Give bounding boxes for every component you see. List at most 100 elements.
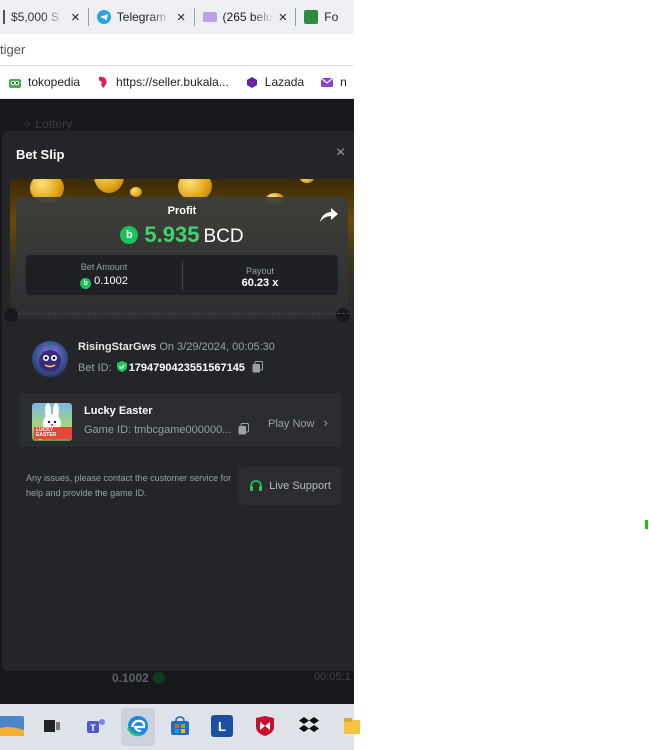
bcd-coin-icon: b — [120, 226, 139, 244]
mail-icon — [320, 77, 334, 87]
telegram-icon — [96, 10, 111, 24]
bookmark-label: https://seller.bukala... — [116, 75, 229, 89]
tab-separator — [193, 8, 195, 26]
payout-value: 60.23 x — [241, 277, 279, 289]
game-card[interactable]: LUCKY EASTER Lucky Easter Game ID: tmbcg… — [20, 393, 342, 447]
thumbnail-label: LUCKY EASTER — [34, 427, 72, 439]
taskbar-edge[interactable] — [124, 712, 152, 740]
dropbox-icon — [299, 717, 319, 732]
tab-title: Telegram — [116, 10, 167, 24]
bet-slip-modal: Bet Slip × Profit b 5.935 BCD Bet Amount b… — [2, 131, 354, 671]
avatar[interactable] — [32, 341, 68, 377]
taskbar-landscape-app[interactable] — [0, 712, 24, 740]
share-icon[interactable] — [318, 206, 340, 224]
live-support-button[interactable]: Live Support — [238, 467, 342, 505]
tab-close-icon[interactable]: × — [177, 9, 186, 26]
modal-title: Bet Slip — [16, 147, 65, 162]
bet-timestamp: On 3/29/2024, 00:05:30 — [159, 341, 275, 353]
bet-id-label: Bet ID: — [78, 362, 112, 374]
taskbar-task-view[interactable] — [38, 712, 66, 740]
payout-label: Payout — [245, 266, 275, 276]
taskbar-mcafee[interactable] — [251, 712, 279, 740]
bet-amount-label: Bet Amount — [80, 262, 128, 272]
bookmark-label: Lazada — [264, 75, 305, 89]
bc-tab-icon — [304, 10, 319, 24]
profit-label: Profit — [167, 205, 197, 217]
svg-text:T: T — [90, 723, 96, 733]
support-note: Any issues, please contact the customer … — [26, 473, 232, 498]
bookmarks-bar: tokopedia https://seller.bukala... Lazad… — [0, 66, 354, 99]
bet-amount-value: b 0.1002 — [26, 275, 182, 289]
profit-amount: 5.935 — [144, 222, 200, 247]
bookmark-bukalapak[interactable]: https://seller.bukala... — [96, 75, 229, 89]
ticket-notch-left — [4, 308, 18, 322]
background-amount: 0.1002 — [112, 671, 165, 685]
taskbar-l-app[interactable]: L — [208, 712, 236, 740]
avatar-character-icon — [39, 345, 61, 372]
store-icon — [171, 716, 189, 735]
taskbar-store[interactable] — [166, 712, 194, 740]
bookmark-label: tokopedia — [28, 75, 81, 89]
copy-icon[interactable] — [238, 423, 250, 435]
game-thumbnail: LUCKY EASTER — [32, 403, 72, 441]
bookmark-tokopedia[interactable]: tokopedia — [8, 75, 80, 89]
tab-separator — [295, 8, 297, 26]
bet-stats: Bet Amount b 0.1002 Payout 60.23 x — [26, 255, 338, 295]
folder-icon — [344, 718, 360, 734]
chevron-right-icon: › — [323, 415, 328, 430]
player-row: RisingStarGws On 3/29/2024, 00:05:30 Bet… — [32, 339, 342, 379]
bet-amount-stat: Bet Amount b 0.1002 — [26, 255, 182, 295]
background-time: 00:05:1 — [314, 671, 351, 683]
lazada-icon — [246, 77, 257, 88]
svg-text:L: L — [218, 719, 226, 734]
taskbar-teams[interactable]: T — [82, 712, 110, 740]
l-app-icon: L — [211, 715, 233, 737]
headset-icon — [250, 480, 263, 491]
player-name[interactable]: RisingStarGws — [78, 341, 156, 353]
tab-dollar[interactable]: $5,000 S × — [0, 0, 85, 34]
browser-tab-bar: $5,000 S × Telegram × (265 belu × Fo — [0, 0, 354, 34]
tab-divider-icon — [3, 10, 5, 24]
tab-title: $5,000 S — [11, 10, 60, 24]
windows-taskbar: T L — [0, 704, 360, 750]
payout-stat: Payout 60.23 x — [182, 255, 338, 295]
tab-title: (265 belu — [222, 10, 273, 24]
bet-id-line: Bet ID: 179479042355156714​5 — [78, 361, 263, 374]
bookmark-label: n — [340, 75, 347, 89]
tab-bc[interactable]: Fo — [299, 0, 343, 34]
tab-telegram[interactable]: Telegram × — [92, 0, 191, 34]
tab-close-icon[interactable]: × — [279, 9, 288, 26]
bookmark-lazada[interactable]: Lazada — [245, 75, 304, 89]
taskbar-dropbox[interactable] — [295, 712, 323, 740]
close-icon[interactable]: × — [336, 144, 345, 162]
tab-close-icon[interactable]: × — [71, 9, 80, 26]
play-now-button[interactable]: Play Now › — [268, 415, 328, 430]
verified-shield-icon — [116, 361, 127, 372]
player-name-line: RisingStarGws On 3/29/2024, 00:05:30 — [78, 341, 275, 353]
background-lottery-label: ✧ Lottery — [22, 117, 73, 131]
ticket-notch-right — [336, 308, 350, 322]
tab-mail[interactable]: (265 belu × — [198, 0, 293, 34]
gold-coin-decoration — [300, 179, 314, 183]
profit-currency: BCD — [203, 226, 244, 247]
gold-coin-decoration — [94, 179, 124, 193]
address-bar[interactable]: tiger — [0, 34, 354, 66]
page-content: ✧ Lottery 0.1002 00:05:1 Bet Slip × Prof… — [0, 99, 354, 704]
bookmark-mail[interactable]: n — [320, 75, 347, 89]
teams-icon: T — [87, 719, 105, 733]
gold-coin-decoration — [130, 187, 142, 197]
play-now-label: Play Now — [268, 418, 315, 430]
coin-icon — [152, 672, 165, 684]
bcd-coin-icon: b — [80, 278, 92, 289]
green-indicator — [645, 520, 648, 529]
live-support-label: Live Support — [269, 480, 331, 492]
bukalapak-icon — [98, 76, 107, 88]
tab-separator — [87, 8, 89, 26]
copy-icon[interactable] — [252, 361, 263, 373]
bet-id-value: 179479042355156714​5 — [128, 362, 245, 374]
landscape-icon — [0, 716, 24, 736]
game-id-line: Game ID: tmbcgame000000... — [84, 423, 250, 436]
game-name: Lucky Easter — [84, 405, 153, 417]
task-view-icon — [44, 720, 60, 732]
taskbar-explorer[interactable] — [338, 712, 366, 740]
